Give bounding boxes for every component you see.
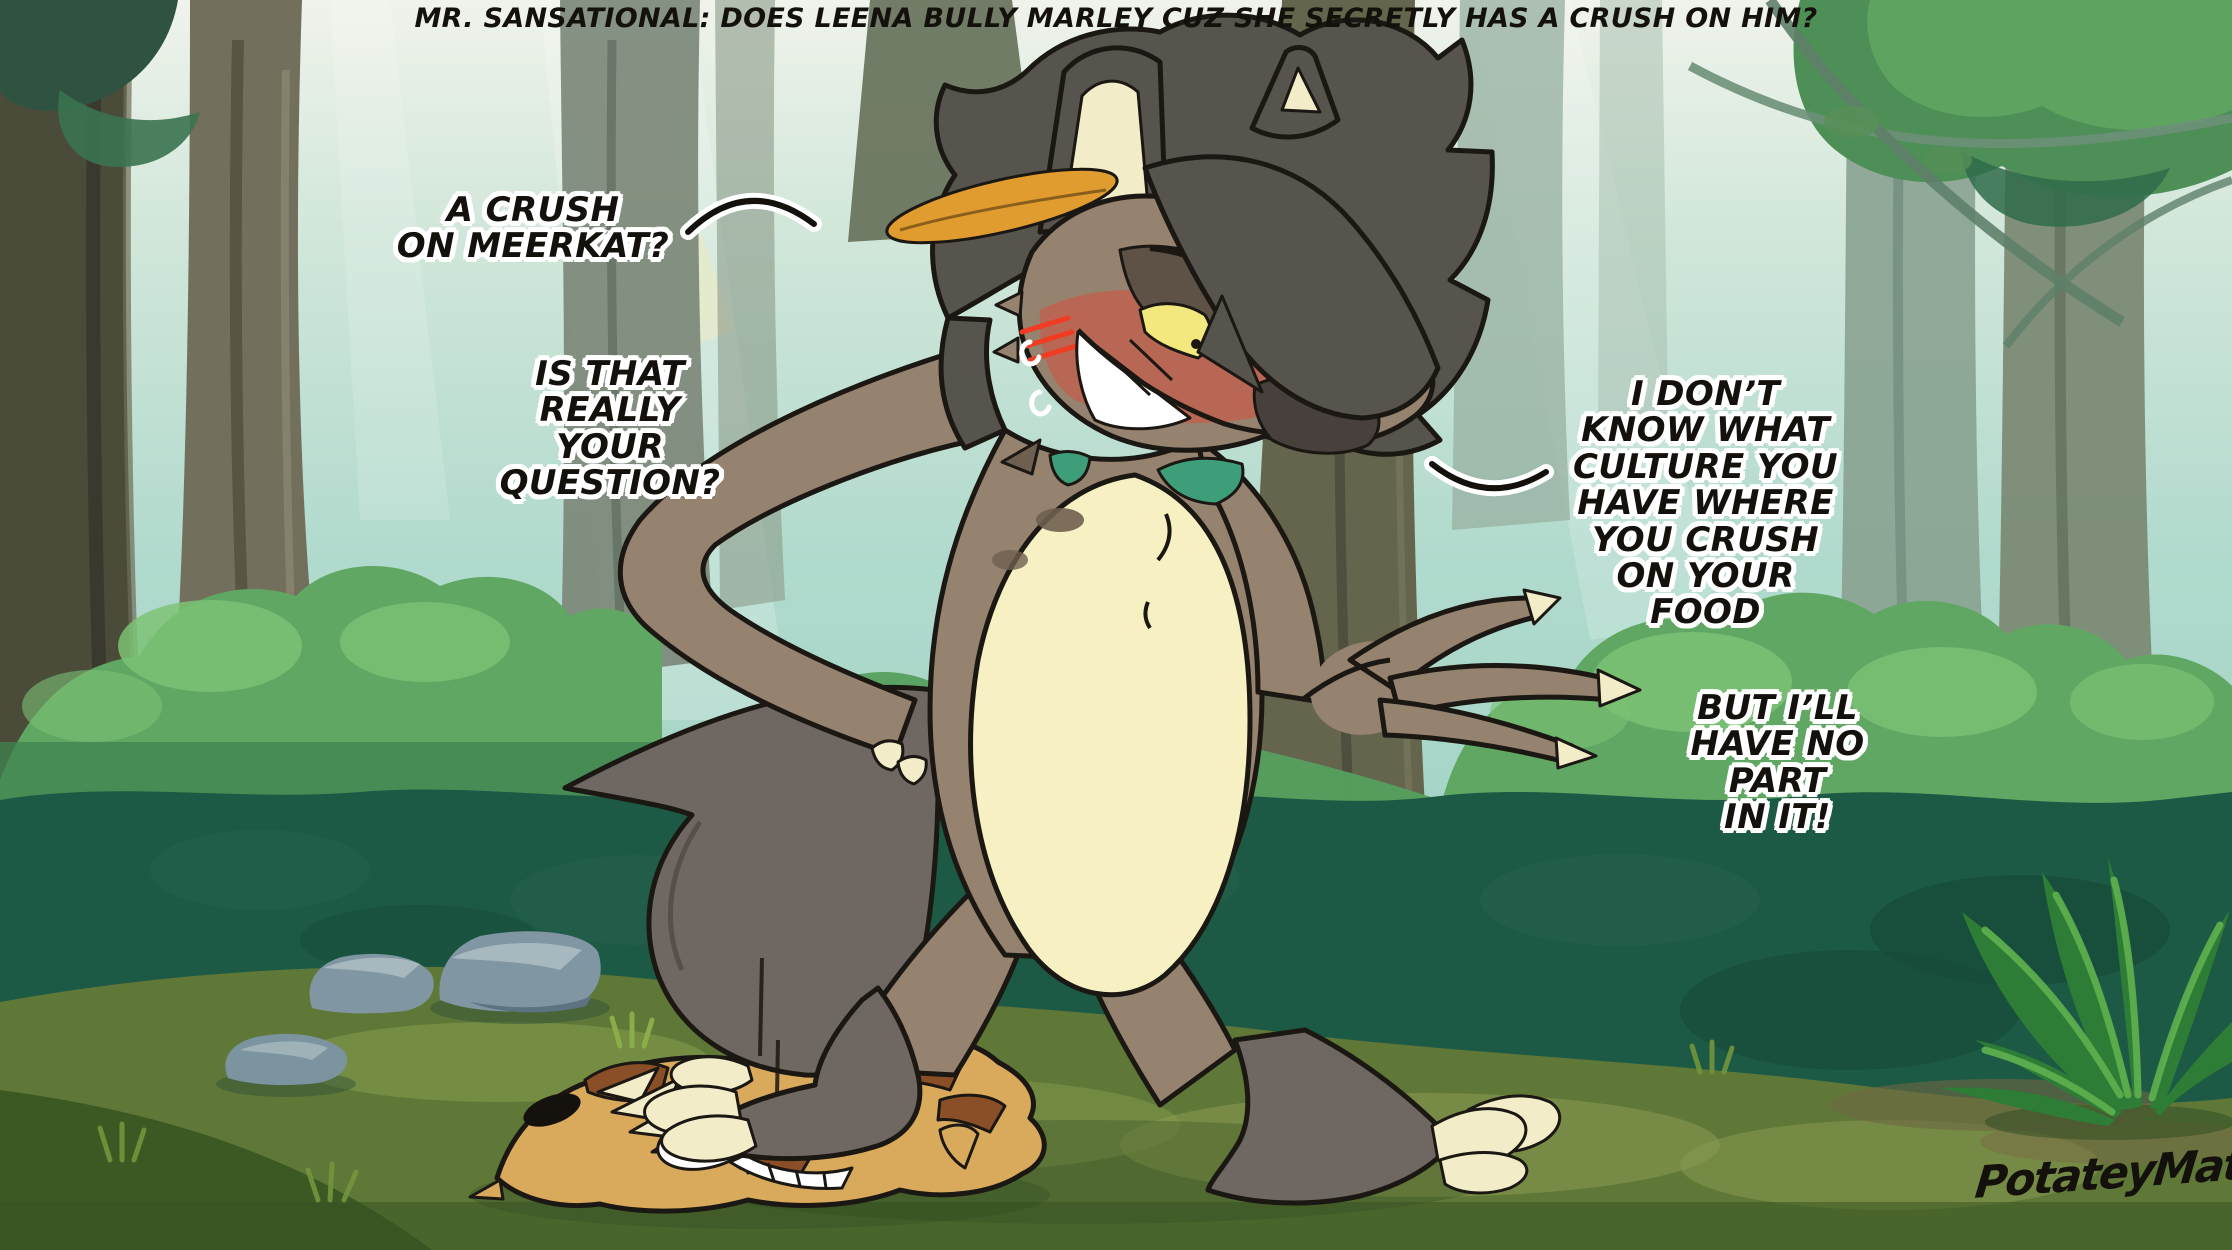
caption-text: MR. SANSATIONAL: DOES LEENA BULLY MARLEY… <box>0 4 2232 34</box>
speech-culture-crush-on-food: I DON’T KNOW WHAT CULTURE YOU HAVE WHERE… <box>1553 376 1858 631</box>
speech-is-that-really-your-question: IS THAT REALLY YOUR QUESTION? <box>495 356 725 502</box>
speech-no-part-in-it: BUT I’LL HAVE NO PART IN IT! <box>1655 690 1900 836</box>
forest-scene-illustration <box>0 0 2232 1250</box>
comic-panel: MR. SANSATIONAL: DOES LEENA BULLY MARLEY… <box>0 0 2232 1250</box>
speech-crush-on-meerkat: A CRUSH ON MEERKAT? <box>388 192 678 265</box>
